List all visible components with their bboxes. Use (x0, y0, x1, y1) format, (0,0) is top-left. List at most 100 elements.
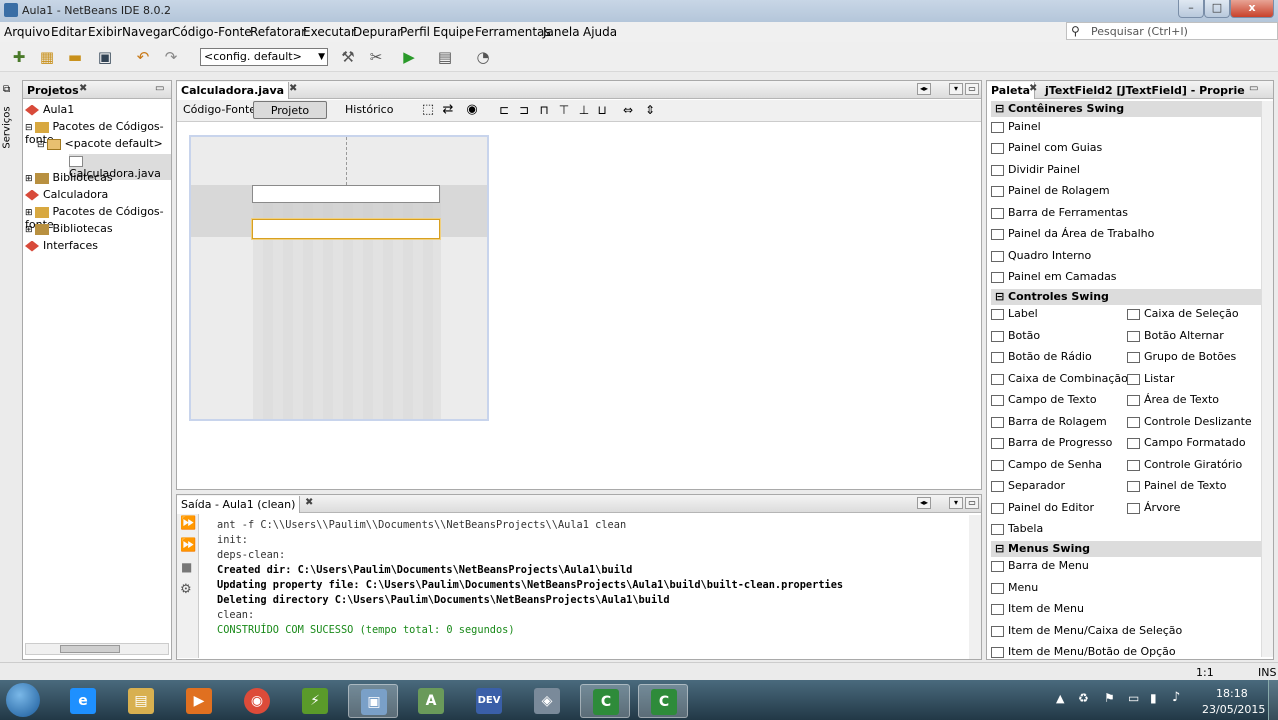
tree-item-aula1[interactable]: Aula1 (25, 103, 74, 116)
taskbar-app[interactable]: A (406, 684, 456, 718)
palette-item[interactable]: Painel do Editor (991, 501, 1094, 514)
clock-date[interactable]: 23/05/2015 (1202, 703, 1265, 716)
palette-item[interactable]: Tabela (991, 522, 1043, 535)
taskbar-app[interactable]: ▶ (174, 684, 224, 718)
taskbar-app[interactable]: ◉ (232, 684, 282, 718)
menu-refatorar[interactable]: Refatorar (250, 25, 306, 39)
palette-item[interactable]: Área de Texto (1127, 393, 1219, 406)
scroll-tabs-icon[interactable]: ◂▸ (917, 497, 931, 509)
profile-icon[interactable]: ◔ (472, 47, 494, 69)
palette-item[interactable]: Caixa de Combinação (991, 372, 1128, 385)
maximize-panel-icon[interactable]: ▭ (965, 497, 979, 509)
search-box[interactable]: ⚲ Pesquisar (Ctrl+I) (1066, 22, 1278, 40)
close-icon[interactable]: ✖ (289, 83, 297, 94)
output-tab[interactable]: Saída - Aula1 (clean) (177, 496, 301, 513)
volume-icon[interactable]: ♪ (1172, 690, 1180, 705)
palette-item[interactable]: Item de Menu/Caixa de Seleção (991, 624, 1182, 637)
menu-exibir[interactable]: Exibir (88, 25, 122, 39)
palette-item[interactable]: Item de Menu/Botão de Opção (991, 645, 1176, 658)
minimize-button[interactable]: – (1178, 0, 1204, 18)
palette-item[interactable]: Painel com Guias (991, 141, 1102, 154)
tab-projeto[interactable]: Projeto (253, 101, 327, 119)
services-tab[interactable]: Serviços (2, 106, 13, 148)
resize-horizontal-icon[interactable]: ⇔ (617, 100, 639, 122)
menu-editar[interactable]: Editar (51, 25, 87, 39)
show-desktop-button[interactable] (1268, 680, 1278, 720)
tree-item-libraries-2[interactable]: ⊞ Bibliotecas (25, 222, 113, 235)
redo-icon[interactable]: ↷ (160, 47, 182, 69)
palette-item[interactable]: Barra de Ferramentas (991, 206, 1128, 219)
palette-item[interactable]: Campo Formatado (1127, 436, 1246, 449)
new-file-icon[interactable]: ✚ (8, 47, 30, 69)
taskbar-app[interactable]: DEV (464, 684, 514, 718)
category-containers[interactable]: ⊟ Contêineres Swing (991, 101, 1261, 117)
start-button[interactable] (6, 683, 40, 717)
menu-ferramentas[interactable]: Ferramentas (475, 25, 551, 39)
palette-item[interactable]: Botão (991, 329, 1040, 342)
palette-item[interactable]: Controle Giratório (1127, 458, 1242, 471)
close-button[interactable]: x (1230, 0, 1274, 18)
run-icon[interactable]: ▶ (398, 47, 420, 69)
properties-tab[interactable]: jTextField2 [JTextField] - Propriedad... (1041, 82, 1245, 99)
menu-equipe[interactable]: Equipe (433, 25, 474, 39)
palette-item[interactable]: Controle Deslizante (1127, 415, 1252, 428)
debug-icon[interactable]: ▤ (434, 47, 456, 69)
tab-list-icon[interactable]: ▾ (949, 83, 963, 95)
maximize-panel-icon[interactable]: ▭ (965, 83, 979, 95)
center-vertical-icon[interactable]: ⊔ (591, 100, 613, 122)
palette-item[interactable]: Painel da Área de Trabalho (991, 227, 1154, 240)
horizontal-scrollbar[interactable] (25, 643, 169, 655)
palette-item[interactable]: Separador (991, 479, 1065, 492)
selection-mode-icon[interactable]: ⬚ (417, 100, 439, 122)
palette-item[interactable]: Barra de Rolagem (991, 415, 1107, 428)
palette-item[interactable]: Barra de Menu (991, 559, 1089, 572)
close-icon[interactable]: ✖ (79, 83, 87, 94)
palette-item[interactable]: Painel (991, 120, 1041, 133)
build-hammer-icon[interactable]: ⚒ (337, 47, 359, 69)
preview-design-icon[interactable]: ◉ (461, 100, 483, 122)
palette-item[interactable]: Label (991, 307, 1038, 320)
taskbar-app[interactable]: C (580, 684, 630, 718)
palette-item[interactable]: Campo de Texto (991, 393, 1097, 406)
taskbar-app-active[interactable]: ▣ (348, 684, 398, 718)
tab-codigo-fonte[interactable]: Código-Fonte (177, 101, 262, 119)
close-icon[interactable]: ✖ (1029, 83, 1037, 94)
rerun-icon[interactable]: ⏩ (180, 516, 196, 531)
palette-item[interactable]: Campo de Senha (991, 458, 1102, 471)
palette-item[interactable]: Dividir Painel (991, 163, 1080, 176)
palette-item[interactable]: Árvore (1127, 501, 1180, 514)
resize-vertical-icon[interactable]: ⇕ (639, 100, 661, 122)
tray-power-icon[interactable]: ▭ (1128, 691, 1139, 705)
tree-item-interfaces[interactable]: Interfaces (25, 239, 98, 252)
palette-item[interactable]: Painel de Texto (1127, 479, 1226, 492)
category-controls[interactable]: ⊟ Controles Swing (991, 289, 1261, 305)
palette-item[interactable]: Quadro Interno (991, 249, 1091, 262)
palette-item[interactable]: Menu (991, 581, 1038, 594)
maximize-button[interactable]: □ (1204, 0, 1230, 18)
taskbar-app[interactable]: C (638, 684, 688, 718)
rerun-different-icon[interactable]: ⏩ (180, 538, 196, 553)
tree-item-libraries[interactable]: ⊞ Bibliotecas (25, 171, 113, 184)
stop-icon[interactable]: ■ (181, 560, 192, 574)
scrollbar-thumb[interactable] (60, 645, 120, 653)
align-right-icon[interactable]: ⊐ (513, 100, 535, 122)
open-project-icon[interactable]: ▬ (64, 47, 86, 69)
connection-mode-icon[interactable]: ⇄ (437, 100, 459, 122)
text-field-1[interactable] (252, 185, 440, 203)
taskbar-app[interactable]: e (58, 684, 108, 718)
taskbar-app[interactable]: ▤ (116, 684, 166, 718)
category-menus[interactable]: ⊟ Menus Swing (991, 541, 1261, 557)
menu-arquivo[interactable]: Arquivo (4, 25, 50, 39)
minimize-panel-icon[interactable]: ▭ (1249, 83, 1258, 94)
palette-item[interactable]: Botão Alternar (1127, 329, 1224, 342)
menu-depurar[interactable]: Depurar (353, 25, 402, 39)
settings-icon[interactable]: ⚙ (180, 582, 192, 597)
palette-item[interactable]: Listar (1127, 372, 1175, 385)
clock-time[interactable]: 18:18 (1216, 687, 1248, 700)
tab-list-icon[interactable]: ▾ (949, 497, 963, 509)
vertical-scrollbar[interactable] (969, 515, 981, 659)
palette-item[interactable]: Grupo de Botões (1127, 350, 1236, 363)
palette-scrollbar[interactable] (1261, 101, 1273, 657)
center-horizontal-icon[interactable]: ⊓ (533, 100, 555, 122)
palette-tab[interactable]: Paleta (987, 82, 1036, 99)
